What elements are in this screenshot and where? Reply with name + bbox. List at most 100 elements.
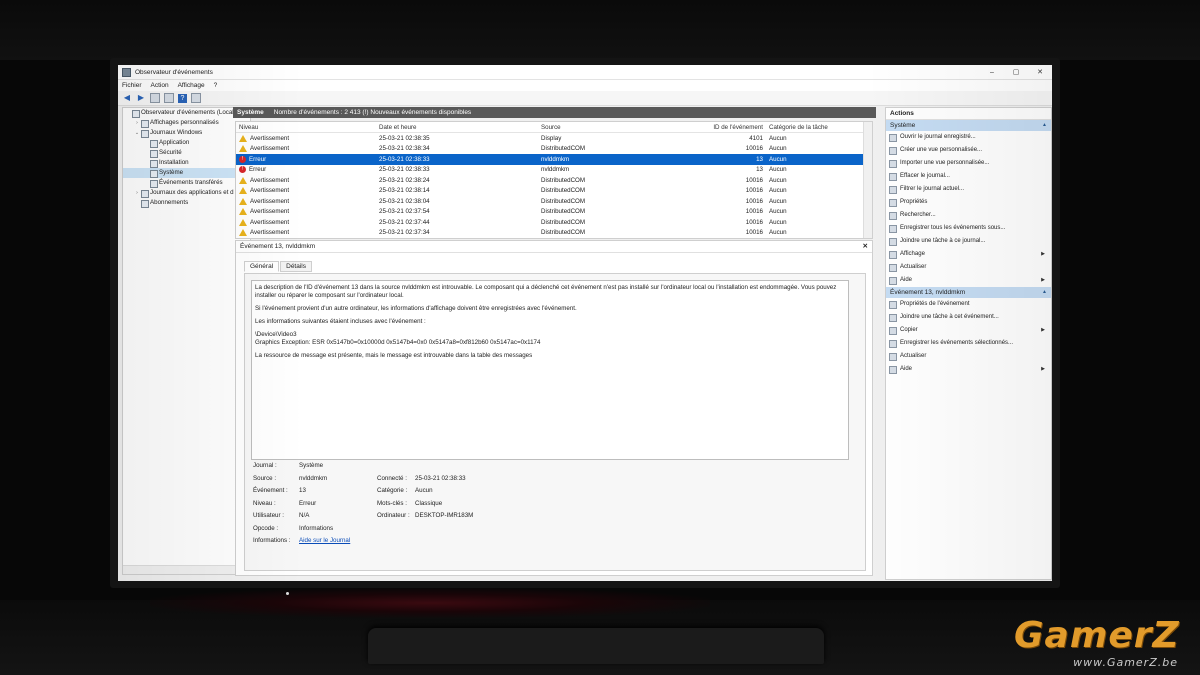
menu-affichage[interactable]: Affichage bbox=[178, 82, 205, 89]
cell-level: Avertissement bbox=[236, 197, 379, 205]
field-level: Niveau : Erreur bbox=[253, 500, 316, 507]
menu-fichier[interactable]: Fichier bbox=[122, 82, 142, 89]
col-event-id[interactable]: ID de l'événement bbox=[703, 124, 769, 131]
action-label: Actualiser bbox=[900, 353, 927, 359]
field-keywords: Mots-clés : Classique bbox=[377, 500, 442, 507]
tab-details[interactable]: Détails bbox=[280, 261, 312, 272]
actions-section-system[interactable]: Système ▲ bbox=[886, 120, 1051, 131]
help-icon[interactable]: ? bbox=[178, 93, 187, 103]
close-detail-icon[interactable]: ✕ bbox=[863, 241, 868, 252]
action-label: Importer une vue personnalisée... bbox=[900, 160, 990, 166]
cell-level: Avertissement bbox=[236, 208, 379, 216]
action-item[interactable]: Enregistrer les événements sélectionnés.… bbox=[886, 337, 1051, 350]
action-item[interactable]: Joindre une tâche à ce journal... bbox=[886, 235, 1051, 248]
actions-pane: Actions Système ▲ Ouvrir le journal enre… bbox=[885, 107, 1052, 580]
tree-horizontal-scrollbar[interactable] bbox=[123, 565, 250, 574]
action-label: Enregistrer tous les événements sous... bbox=[900, 225, 1006, 231]
tab-general[interactable]: Général bbox=[244, 261, 280, 272]
ambient-glow bbox=[150, 588, 710, 618]
tree-item[interactable]: Système bbox=[123, 168, 250, 178]
chevron-right-icon[interactable]: › bbox=[134, 118, 140, 128]
action-item[interactable]: Actualiser bbox=[886, 261, 1051, 274]
event-actions-list: Propriétés de l'événement Joindre une tâc… bbox=[886, 298, 1051, 376]
maximize-button[interactable]: ▢ bbox=[1004, 68, 1028, 76]
action-item[interactable]: Importer une vue personnalisée... bbox=[886, 157, 1051, 170]
event-rows: Avertissement 25-03-21 02:38:35 Display 410… bbox=[236, 133, 872, 238]
cell-date: 25-03-21 02:38:35 bbox=[379, 134, 430, 142]
table-row[interactable]: Avertissement 25-03-21 02:37:54 Distribute… bbox=[236, 207, 872, 218]
tree-item-label: Affichages personnalisés bbox=[150, 119, 219, 126]
action-item[interactable]: Actualiser bbox=[886, 350, 1051, 363]
table-row[interactable]: Avertissement 25-03-21 02:37:34 Distribute… bbox=[236, 228, 872, 239]
action-item[interactable]: Aide ▶ bbox=[886, 363, 1051, 376]
collapse-icon[interactable]: ▲ bbox=[1042, 287, 1047, 298]
show-hide-tree-icon[interactable] bbox=[164, 93, 174, 103]
tree-item-label: Système bbox=[159, 169, 184, 176]
menu-action[interactable]: Action bbox=[151, 82, 169, 89]
warning-icon bbox=[239, 176, 247, 184]
col-date[interactable]: Date et heure bbox=[379, 124, 541, 131]
action-item[interactable]: Créer une vue personnalisée... bbox=[886, 144, 1051, 157]
cell-level-text: Avertissement bbox=[250, 176, 290, 184]
tree-item-label: Sécurité bbox=[159, 149, 182, 156]
col-source[interactable]: Source bbox=[541, 124, 703, 131]
tree-item[interactable]: ⌄ Journaux Windows bbox=[123, 128, 250, 138]
table-row[interactable]: Avertissement 25-03-21 02:37:44 Distribute… bbox=[236, 217, 872, 228]
cell-event-id: 10016 bbox=[745, 176, 763, 184]
folder-icon[interactable] bbox=[150, 93, 160, 103]
action-item[interactable]: Propriétés de l'événement bbox=[886, 298, 1051, 311]
action-item[interactable]: Enregistrer tous les événements sous... bbox=[886, 222, 1051, 235]
action-item[interactable]: Copier ▶ bbox=[886, 324, 1051, 337]
action-item[interactable]: Affichage ▶ bbox=[886, 248, 1051, 261]
action-item[interactable]: Filtrer le journal actuel... bbox=[886, 183, 1051, 196]
field-value: Aucun bbox=[415, 487, 433, 494]
tree-item[interactable]: › Affichages personnalisés bbox=[123, 118, 250, 128]
collapse-icon[interactable]: ▲ bbox=[1042, 120, 1047, 131]
action-item[interactable]: Aide ▶ bbox=[886, 274, 1051, 287]
action-label: Créer une vue personnalisée... bbox=[900, 147, 983, 153]
chevron-down-icon[interactable]: ⌄ bbox=[134, 128, 140, 138]
action-label: Aide bbox=[900, 366, 913, 372]
action-item[interactable]: Effacer le journal... bbox=[886, 170, 1051, 183]
tree-item-label: Abonnements bbox=[150, 199, 189, 206]
action-item[interactable]: Rechercher... bbox=[886, 209, 1051, 222]
tree-item[interactable]: Événements transférés bbox=[123, 178, 250, 188]
event-description[interactable]: La description de l'ID d'événement 13 da… bbox=[251, 280, 849, 460]
cell-date: 25-03-21 02:38:24 bbox=[379, 176, 430, 184]
properties-icon bbox=[889, 301, 897, 309]
col-level[interactable]: Niveau bbox=[236, 124, 379, 131]
action-item[interactable]: Joindre une tâche à cet événement... bbox=[886, 311, 1051, 324]
action-item[interactable]: Propriétés bbox=[886, 196, 1051, 209]
table-row[interactable]: Avertissement 25-03-21 02:38:35 Display 410… bbox=[236, 133, 872, 144]
tree-item[interactable]: Application bbox=[123, 138, 250, 148]
help-link[interactable]: Aide sur le Journal bbox=[299, 537, 350, 544]
minimize-button[interactable]: – bbox=[980, 69, 1004, 76]
table-row[interactable]: Avertissement 25-03-21 02:38:24 Distribute… bbox=[236, 175, 872, 186]
event-list-scrollbar[interactable] bbox=[863, 122, 872, 238]
back-arrow-icon[interactable]: ◀ bbox=[122, 93, 132, 103]
col-category[interactable]: Catégorie de la tâche bbox=[769, 124, 869, 131]
event-fields: Journal : Système Source : nvlddmkm Événem… bbox=[253, 462, 813, 562]
tree-item[interactable]: Installation bbox=[123, 158, 250, 168]
chevron-right-icon[interactable]: › bbox=[134, 188, 140, 198]
cell-category: Aucun bbox=[769, 229, 787, 237]
tree-item[interactable]: › Journaux des applications et d bbox=[123, 188, 250, 198]
table-row[interactable]: Avertissement 25-03-21 02:38:14 Distribute… bbox=[236, 186, 872, 197]
show-hide-actions-icon[interactable] bbox=[191, 93, 201, 103]
tree-item[interactable]: Abonnements bbox=[123, 198, 250, 208]
menu-help[interactable]: ? bbox=[214, 82, 218, 89]
log-header: Système Nombre d'événements : 2 413 (!) … bbox=[233, 107, 876, 118]
forward-arrow-icon[interactable]: ▶ bbox=[136, 93, 146, 103]
table-row[interactable]: Avertissement 25-03-21 02:38:34 Distribute… bbox=[236, 144, 872, 155]
table-row[interactable]: ! Erreur 25-03-21 02:38:33 nvlddmkm 13 Aucun bbox=[236, 154, 872, 165]
log-icon bbox=[150, 150, 158, 158]
tree-item[interactable]: Observateur d'événements (Local) bbox=[123, 108, 250, 118]
field-label: Événement : bbox=[253, 487, 288, 494]
table-row[interactable]: Avertissement 25-03-21 02:38:04 Distribute… bbox=[236, 196, 872, 207]
table-row[interactable]: ! Erreur 25-03-21 02:38:33 nvlddmkm 13 Aucun bbox=[236, 165, 872, 176]
tree-item[interactable]: Sécurité bbox=[123, 148, 250, 158]
cell-source: DistributedCOM bbox=[541, 218, 586, 226]
action-item[interactable]: Ouvrir le journal enregistré... bbox=[886, 131, 1051, 144]
close-button[interactable]: ✕ bbox=[1028, 68, 1052, 76]
actions-section-event[interactable]: Événement 13, nvlddmkm ▲ bbox=[886, 287, 1051, 298]
